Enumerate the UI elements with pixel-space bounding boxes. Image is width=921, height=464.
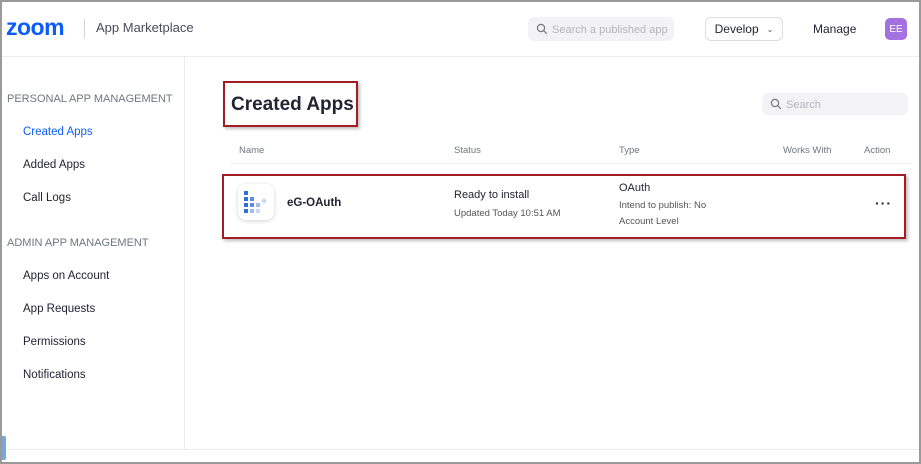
develop-dropdown[interactable]: Develop ⌄ xyxy=(705,17,783,41)
app-publish-intent: Intend to publish: No xyxy=(619,200,707,211)
chevron-down-icon: ⌄ xyxy=(766,24,774,34)
header-divider-line xyxy=(231,163,912,164)
app-status: Ready to install xyxy=(454,189,530,201)
sidebar-item-apps-on-account[interactable]: Apps on Account xyxy=(23,270,109,282)
column-header-action: Action xyxy=(864,145,891,156)
column-header-works-with: Works With xyxy=(783,145,832,156)
app-marketplace-title[interactable]: App Marketplace xyxy=(96,20,194,35)
oauth-app-logo-icon xyxy=(244,191,267,213)
sidebar-item-permissions[interactable]: Permissions xyxy=(23,336,86,348)
sidebar-item-app-requests[interactable]: App Requests xyxy=(23,303,95,315)
app-icon xyxy=(238,184,274,220)
sidebar-item-call-logs[interactable]: Call Logs xyxy=(23,192,71,204)
develop-label: Develop xyxy=(714,22,759,36)
app-type: OAuth xyxy=(619,182,651,194)
app-updated-time: Updated Today 10:51 AM xyxy=(454,208,561,219)
zoom-logo[interactable]: zoom xyxy=(6,14,65,41)
created-apps-search-input[interactable] xyxy=(784,95,906,115)
column-header-status: Status xyxy=(454,145,481,156)
sidebar-item-notifications[interactable]: Notifications xyxy=(23,369,86,381)
app-window: zoom App Marketplace Develop ⌄ Manage EE… xyxy=(0,0,921,464)
published-app-search-input[interactable] xyxy=(550,20,674,40)
page-title: Created Apps xyxy=(231,94,354,115)
app-name-link[interactable]: eG-OAuth xyxy=(287,197,341,209)
sidebar: PERSONAL APP MANAGEMENT Created Apps Add… xyxy=(2,57,185,449)
column-header-type: Type xyxy=(619,145,640,156)
bottom-divider xyxy=(2,449,919,450)
personal-section-title: PERSONAL APP MANAGEMENT xyxy=(7,93,173,105)
admin-section-title: ADMIN APP MANAGEMENT xyxy=(7,237,149,249)
avatar[interactable]: EE xyxy=(885,18,907,40)
sidebar-item-created-apps[interactable]: Created Apps xyxy=(23,126,93,138)
manage-link[interactable]: Manage xyxy=(813,22,856,36)
more-actions-icon[interactable]: ··· xyxy=(875,195,892,211)
sidebar-resize-handle[interactable] xyxy=(2,436,6,460)
top-header: zoom App Marketplace Develop ⌄ Manage EE xyxy=(2,2,919,57)
sidebar-item-added-apps[interactable]: Added Apps xyxy=(23,159,85,171)
created-apps-search[interactable] xyxy=(762,93,908,115)
published-app-search[interactable] xyxy=(528,17,674,41)
header-divider xyxy=(84,19,85,39)
search-icon xyxy=(770,98,782,110)
app-level: Account Level xyxy=(619,216,679,227)
search-icon xyxy=(536,23,548,35)
column-header-name: Name xyxy=(239,145,265,156)
